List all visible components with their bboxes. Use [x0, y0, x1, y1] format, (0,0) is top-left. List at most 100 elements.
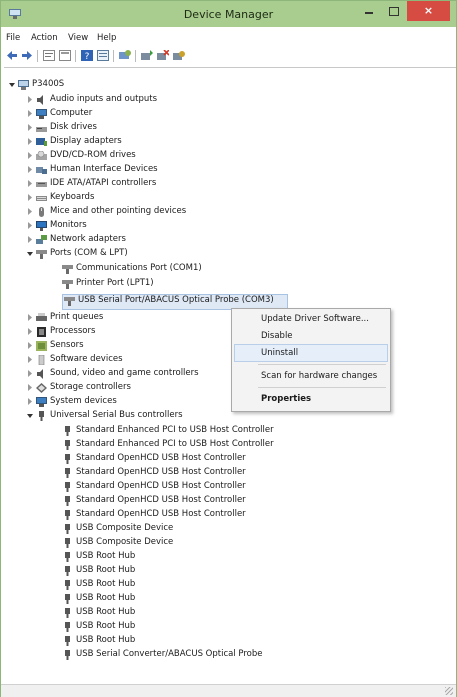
tree-item-mice[interactable]: Mice and other pointing devices [4, 205, 234, 219]
tree-item-software[interactable]: Software devices [4, 353, 229, 367]
svg-text:?: ? [85, 52, 90, 61]
expand-arrow-icon[interactable] [27, 124, 33, 131]
tree-item-disk[interactable]: Disk drives [4, 121, 234, 135]
tree-item-com1[interactable]: Communications Port (COM1) [4, 262, 264, 276]
tree-item-keyboards[interactable]: Keyboards [4, 191, 234, 205]
details-icon[interactable] [97, 50, 109, 61]
toolbar-separator [113, 50, 114, 62]
usb-device-item[interactable]: USB Root Hub [4, 620, 304, 634]
tree-item-usb-controllers[interactable]: Universal Serial Bus controllers [4, 409, 264, 423]
usb-device-item[interactable]: USB Root Hub [4, 592, 304, 606]
maximize-button[interactable] [382, 1, 406, 21]
usb-device-item[interactable]: USB Composite Device [4, 536, 304, 550]
menu-separator [258, 387, 386, 388]
menu-help[interactable]: Help [97, 33, 116, 43]
usb-device-item[interactable]: Standard Enhanced PCI to USB Host Contro… [4, 438, 304, 452]
tree-item-network[interactable]: Network adapters [4, 233, 234, 247]
expand-arrow-icon[interactable] [27, 96, 33, 103]
tree-item-sound[interactable]: Sound, video and game controllers [4, 367, 229, 381]
tree-root[interactable]: P3400S [4, 78, 204, 92]
menu-item-update-driver[interactable]: Update Driver Software... [261, 314, 369, 324]
usb-device-item[interactable]: Standard OpenHCD USB Host Controller [4, 480, 304, 494]
tree-item-dvd[interactable]: DVD/CD-ROM drives [4, 149, 234, 163]
tree-item-monitors[interactable]: Monitors [4, 219, 234, 233]
usb-device-item[interactable]: USB Root Hub [4, 564, 304, 578]
expand-arrow-icon[interactable] [27, 370, 33, 377]
tree-item-system[interactable]: System devices [4, 395, 229, 409]
usb-device-item[interactable]: Standard Enhanced PCI to USB Host Contro… [4, 424, 304, 438]
menu-view[interactable]: View [68, 33, 88, 43]
expand-arrow-icon[interactable] [27, 384, 33, 391]
usb-device-item[interactable]: Standard OpenHCD USB Host Controller [4, 508, 304, 522]
collapse-arrow-icon[interactable] [27, 412, 33, 419]
menu-hover-highlight [234, 344, 388, 362]
expand-arrow-icon[interactable] [27, 208, 33, 215]
usb-device-label: Standard OpenHCD USB Host Controller [76, 509, 246, 519]
menu-item-scan-hardware[interactable]: Scan for hardware changes [261, 371, 377, 381]
tree-item-ide[interactable]: IDE ATA/ATAPI controllers [4, 177, 234, 191]
tree-item-audio[interactable]: Audio inputs and outputs [4, 93, 234, 107]
menu-item-uninstall[interactable]: Uninstall [261, 348, 298, 358]
expand-arrow-icon[interactable] [27, 222, 33, 229]
scan-hardware-icon[interactable] [119, 50, 131, 61]
forward-arrow-icon[interactable] [21, 50, 33, 61]
expand-arrow-icon[interactable] [27, 110, 33, 117]
title-bar[interactable]: Device Manager × [1, 1, 456, 27]
storage-controller-icon [36, 383, 47, 393]
collapse-arrow-icon[interactable] [27, 250, 33, 257]
menu-item-disable[interactable]: Disable [261, 331, 293, 341]
tree-item-ports[interactable]: Ports (COM & LPT) [4, 247, 234, 261]
tree-view-icon[interactable] [43, 50, 55, 61]
update-driver-icon[interactable] [141, 50, 153, 61]
expand-arrow-icon[interactable] [27, 152, 33, 159]
menu-file[interactable]: File [6, 33, 20, 43]
usb-device-item[interactable]: USB Root Hub [4, 634, 304, 648]
usb-device-item[interactable]: USB Root Hub [4, 550, 304, 564]
tree-item-storage[interactable]: Storage controllers [4, 381, 229, 395]
uninstall-device-icon[interactable] [157, 50, 169, 61]
usb-device-item[interactable]: USB Composite Device [4, 522, 304, 536]
usb-device-item[interactable]: USB Serial Converter/ABACUS Optical Prob… [4, 648, 304, 662]
tree-item-lpt1[interactable]: Printer Port (LPT1) [4, 277, 264, 291]
disable-device-icon[interactable] [173, 50, 185, 61]
toolbar-separator [135, 50, 136, 62]
expand-arrow-icon[interactable] [27, 328, 33, 335]
tree-item-processors[interactable]: Processors [4, 325, 229, 339]
usb-device-item[interactable]: USB Root Hub [4, 606, 304, 620]
expand-arrow-icon[interactable] [27, 138, 33, 145]
menu-action[interactable]: Action [31, 33, 58, 43]
minimize-button[interactable] [357, 1, 381, 21]
expand-arrow-icon[interactable] [27, 342, 33, 349]
software-device-icon [38, 355, 45, 365]
usb-device-item[interactable]: Standard OpenHCD USB Host Controller [4, 494, 304, 508]
tree-item-hid[interactable]: Human Interface Devices [4, 163, 234, 177]
expand-arrow-icon[interactable] [27, 180, 33, 187]
tree-item-display[interactable]: Display adapters [4, 135, 234, 149]
usb-plug-icon [65, 580, 70, 590]
tree-item-usb-serial-port[interactable]: USB Serial Port/ABACUS Optical Probe (CO… [4, 294, 289, 308]
expand-arrow-icon[interactable] [27, 314, 33, 321]
help-icon[interactable]: ? [81, 50, 93, 61]
close-button[interactable]: × [407, 1, 450, 21]
menu-item-properties[interactable]: Properties [261, 394, 311, 404]
toolbar-separator [75, 50, 76, 62]
port-connector-icon [36, 250, 47, 259]
tree-item-sensors[interactable]: Sensors [4, 339, 229, 353]
expand-arrow-icon[interactable] [27, 356, 33, 363]
collapse-arrow-icon[interactable] [9, 81, 15, 88]
usb-device-item[interactable]: Standard OpenHCD USB Host Controller [4, 452, 304, 466]
expand-arrow-icon[interactable] [27, 236, 33, 243]
expand-arrow-icon[interactable] [27, 194, 33, 201]
usb-device-item[interactable]: Standard OpenHCD USB Host Controller [4, 466, 304, 480]
expand-arrow-icon[interactable] [27, 398, 33, 405]
tree-item-print[interactable]: Print queues [4, 311, 229, 325]
properties-icon[interactable] [59, 50, 71, 61]
usb-device-item[interactable]: USB Root Hub [4, 578, 304, 592]
expand-arrow-icon[interactable] [27, 166, 33, 173]
resize-grip-icon[interactable] [445, 687, 453, 695]
back-arrow-icon[interactable] [6, 50, 18, 61]
menu-bar: File Action View Help [1, 31, 456, 45]
tree-item-label: Communications Port (COM1) [76, 263, 202, 273]
tree-item-computer[interactable]: Computer [4, 107, 234, 121]
tree-item-label: Keyboards [50, 192, 95, 202]
